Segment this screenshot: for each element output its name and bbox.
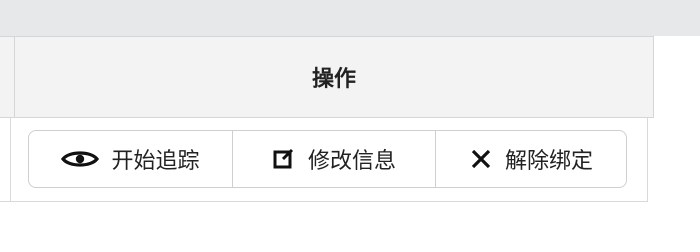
start-tracking-label: 开始追踪 — [111, 149, 200, 174]
table-header-row: 操作 — [0, 36, 654, 118]
eye-icon — [61, 149, 100, 169]
close-icon — [469, 147, 493, 171]
header-operations: 操作 — [15, 37, 654, 117]
header-left-cell — [0, 37, 15, 117]
edit-icon — [272, 147, 296, 171]
top-strip — [0, 0, 700, 36]
table-row: 开始追踪 修改信息 解除绑定 — [0, 118, 648, 202]
edit-info-label: 修改信息 — [307, 149, 396, 174]
unbind-label: 解除绑定 — [504, 149, 593, 174]
header-operations-label: 操作 — [311, 67, 356, 92]
row-right-border — [647, 118, 648, 201]
actions-table: 操作 开始追踪 修改信息 解除绑定 — [0, 36, 654, 202]
row-left-cell — [0, 118, 11, 201]
edit-info-button[interactable]: 修改信息 — [232, 131, 435, 187]
unbind-button[interactable]: 解除绑定 — [435, 131, 626, 187]
start-tracking-button[interactable]: 开始追踪 — [29, 131, 232, 187]
action-button-group: 开始追踪 修改信息 解除绑定 — [28, 130, 627, 188]
